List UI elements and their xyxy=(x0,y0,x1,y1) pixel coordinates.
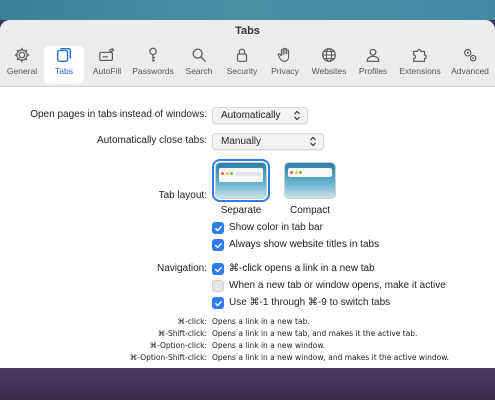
tab-label: General xyxy=(6,66,38,76)
auto-close-label: Automatically close tabs: xyxy=(96,135,207,146)
tab-label: AutoFill xyxy=(92,66,122,76)
gears-icon xyxy=(461,46,479,64)
desktop-wallpaper-top xyxy=(0,0,495,20)
shortcut-key: ⌘-Shift-click: xyxy=(157,329,207,338)
auto-close-popup[interactable]: Manually xyxy=(212,133,324,150)
desktop-wallpaper-bottom xyxy=(0,368,495,400)
shortcut-key: ⌘-Option-Shift-click: xyxy=(129,353,207,362)
tab-general[interactable]: General xyxy=(4,46,40,84)
checkmark-icon xyxy=(214,266,222,272)
tab-tabs[interactable]: Tabs xyxy=(44,46,84,84)
puzzle-icon xyxy=(411,46,429,64)
chevron-updown-icon xyxy=(294,110,300,121)
tab-label: Profiles xyxy=(358,66,388,76)
tab-passwords[interactable]: Passwords xyxy=(130,46,176,84)
tabs-settings-pane: Open pages in tabs instead of windows: A… xyxy=(0,87,495,368)
checkmark-icon xyxy=(214,242,222,248)
checkmark-icon xyxy=(214,300,222,306)
person-icon xyxy=(364,46,382,64)
shortcut-description: Opens a link in a new tab, and makes it … xyxy=(212,329,418,338)
tab-privacy[interactable]: Privacy xyxy=(266,46,304,84)
window-title: Tabs xyxy=(235,25,260,37)
layout-compact-label: Compact xyxy=(289,205,330,216)
tab-label: Extensions xyxy=(399,66,441,76)
tab-autofill[interactable]: AutoFill xyxy=(88,46,126,84)
open-pages-label: Open pages in tabs instead of windows: xyxy=(30,109,207,120)
make-active-label: When a new tab or window opens, make it … xyxy=(229,280,446,291)
settings-window: Tabs General Tabs AutoFill Passwords Sea… xyxy=(0,20,495,368)
cmd-click-label: ⌘-click opens a link in a new tab xyxy=(229,263,375,274)
shortcut-description: Opens a link in a new tab. xyxy=(212,317,310,326)
cmd-click-checkbox[interactable] xyxy=(212,263,224,275)
search-icon xyxy=(190,46,208,64)
key-icon xyxy=(144,46,162,64)
show-color-label: Show color in tab bar xyxy=(229,222,323,233)
auto-close-value: Manually xyxy=(221,136,262,147)
tab-label: Websites xyxy=(311,66,347,76)
tab-extensions[interactable]: Extensions xyxy=(396,46,444,84)
lock-icon xyxy=(233,46,251,64)
tab-search[interactable]: Search xyxy=(182,46,216,84)
chevron-updown-icon xyxy=(310,136,316,147)
tab-label: Security xyxy=(226,66,258,76)
checkmark-icon xyxy=(214,225,222,231)
navigation-label: Navigation: xyxy=(156,263,207,274)
tab-security[interactable]: Security xyxy=(222,46,262,84)
open-pages-value: Automatically xyxy=(221,110,281,121)
tab-label: Tabs xyxy=(55,66,73,76)
tab-label: Privacy xyxy=(271,66,299,76)
tab-label: Passwords xyxy=(132,66,174,76)
toolbar: Tabs General Tabs AutoFill Passwords Sea… xyxy=(0,20,495,87)
shortcut-description: Opens a link in a new window, and makes … xyxy=(212,353,450,362)
show-titles-checkbox[interactable] xyxy=(212,239,224,251)
shortcut-description: Opens a link in a new window. xyxy=(212,341,326,350)
globe-icon xyxy=(320,46,338,64)
gear-icon xyxy=(13,46,31,64)
tab-profiles[interactable]: Profiles xyxy=(354,46,392,84)
tab-advanced[interactable]: Advanced xyxy=(448,46,492,84)
show-titles-label: Always show website titles in tabs xyxy=(229,239,380,250)
autofill-icon xyxy=(98,46,116,64)
hand-icon xyxy=(276,46,294,64)
tabs-icon xyxy=(55,46,73,64)
shortcut-key: ⌘-click: xyxy=(177,317,208,326)
layout-compact-thumbnail[interactable] xyxy=(284,162,336,199)
cmd-number-checkbox[interactable] xyxy=(212,297,224,309)
layout-separate-thumbnail[interactable] xyxy=(212,159,270,202)
tab-layout-label: Tab layout: xyxy=(158,190,207,201)
tab-label: Advanced xyxy=(451,66,489,76)
show-color-checkbox[interactable] xyxy=(212,222,224,234)
shortcut-key: ⌘-Option-click: xyxy=(149,341,207,350)
make-active-checkbox[interactable] xyxy=(212,280,224,292)
open-pages-popup[interactable]: Automatically xyxy=(212,107,308,124)
tab-label: Search xyxy=(185,66,213,76)
tab-websites[interactable]: Websites xyxy=(308,46,350,84)
cmd-number-label: Use ⌘-1 through ⌘-9 to switch tabs xyxy=(229,297,391,308)
layout-separate-label: Separate xyxy=(220,205,262,216)
